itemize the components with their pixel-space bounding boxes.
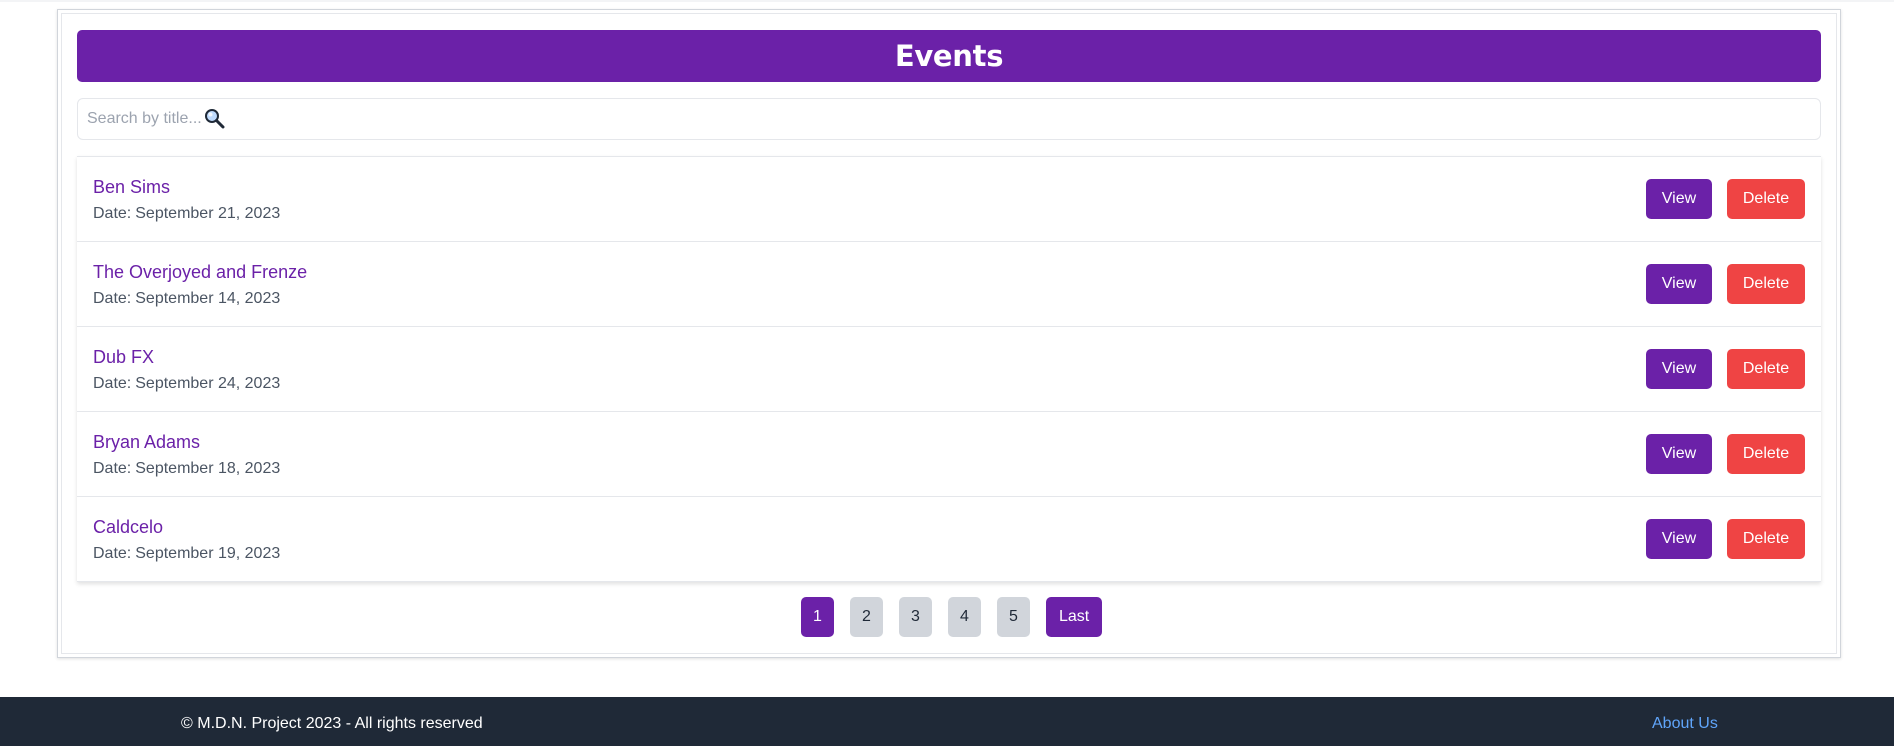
event-date: Date: September 14, 2023: [93, 290, 280, 308]
date-label: Date:: [93, 545, 132, 562]
view-button[interactable]: View: [1646, 519, 1712, 559]
event-title[interactable]: Caldcelo: [93, 517, 163, 538]
delete-button[interactable]: Delete: [1727, 179, 1805, 219]
event-date: Date: September 18, 2023: [93, 460, 280, 478]
date-label: Date:: [93, 375, 132, 392]
delete-button[interactable]: Delete: [1727, 349, 1805, 389]
last-page-button[interactable]: Last: [1046, 597, 1103, 637]
search-input[interactable]: Search by title...: [77, 98, 1821, 140]
event-date: Date: September 24, 2023: [93, 375, 280, 393]
search-placeholder: Search by title...: [87, 110, 202, 127]
page-button-3[interactable]: 3: [899, 597, 932, 637]
event-title[interactable]: Ben Sims: [93, 177, 170, 198]
date-label: Date:: [93, 460, 132, 477]
view-button[interactable]: View: [1646, 349, 1712, 389]
date-value: September 21, 2023: [135, 205, 281, 222]
footer: © M.D.N. Project 2023 - All rights reser…: [0, 697, 1894, 746]
list-item: Dub FX Date: September 24, 2023 View Dele…: [77, 327, 1821, 412]
delete-button[interactable]: Delete: [1727, 519, 1805, 559]
event-list: Ben Sims Date: September 21, 2023 View De…: [77, 156, 1821, 582]
date-value: September 19, 2023: [135, 545, 281, 562]
event-title[interactable]: Dub FX: [93, 347, 154, 368]
date-value: September 18, 2023: [135, 460, 281, 477]
pagination: 1 2 3 4 5 Last: [801, 597, 1103, 637]
magnifier-icon: [204, 108, 226, 130]
event-date: Date: September 21, 2023: [93, 205, 280, 223]
page-button-5[interactable]: 5: [997, 597, 1030, 637]
about-us-link[interactable]: About Us: [1652, 715, 1718, 733]
date-label: Date:: [93, 290, 132, 307]
list-item: Bryan Adams Date: September 18, 2023 View…: [77, 412, 1821, 497]
page-button-4[interactable]: 4: [948, 597, 981, 637]
event-title[interactable]: The Overjoyed and Frenze: [93, 262, 307, 283]
event-date: Date: September 19, 2023: [93, 545, 280, 563]
top-divider: [0, 0, 1894, 2]
footer-copyright: © M.D.N. Project 2023 - All rights reser…: [181, 715, 483, 732]
event-title[interactable]: Bryan Adams: [93, 432, 200, 453]
date-label: Date:: [93, 205, 132, 222]
date-value: September 24, 2023: [135, 375, 281, 392]
view-button[interactable]: View: [1646, 264, 1712, 304]
page-title: Events: [894, 39, 1004, 73]
page-button-2[interactable]: 2: [850, 597, 883, 637]
list-item: The Overjoyed and Frenze Date: September …: [77, 242, 1821, 327]
page-button-1[interactable]: 1: [801, 597, 834, 637]
view-button[interactable]: View: [1646, 434, 1712, 474]
list-item: Caldcelo Date: September 19, 2023 View De…: [77, 497, 1821, 582]
list-item: Ben Sims Date: September 21, 2023 View De…: [77, 157, 1821, 242]
delete-button[interactable]: Delete: [1727, 264, 1805, 304]
events-header: Events: [77, 30, 1821, 82]
date-value: September 14, 2023: [135, 290, 281, 307]
delete-button[interactable]: Delete: [1727, 434, 1805, 474]
view-button[interactable]: View: [1646, 179, 1712, 219]
